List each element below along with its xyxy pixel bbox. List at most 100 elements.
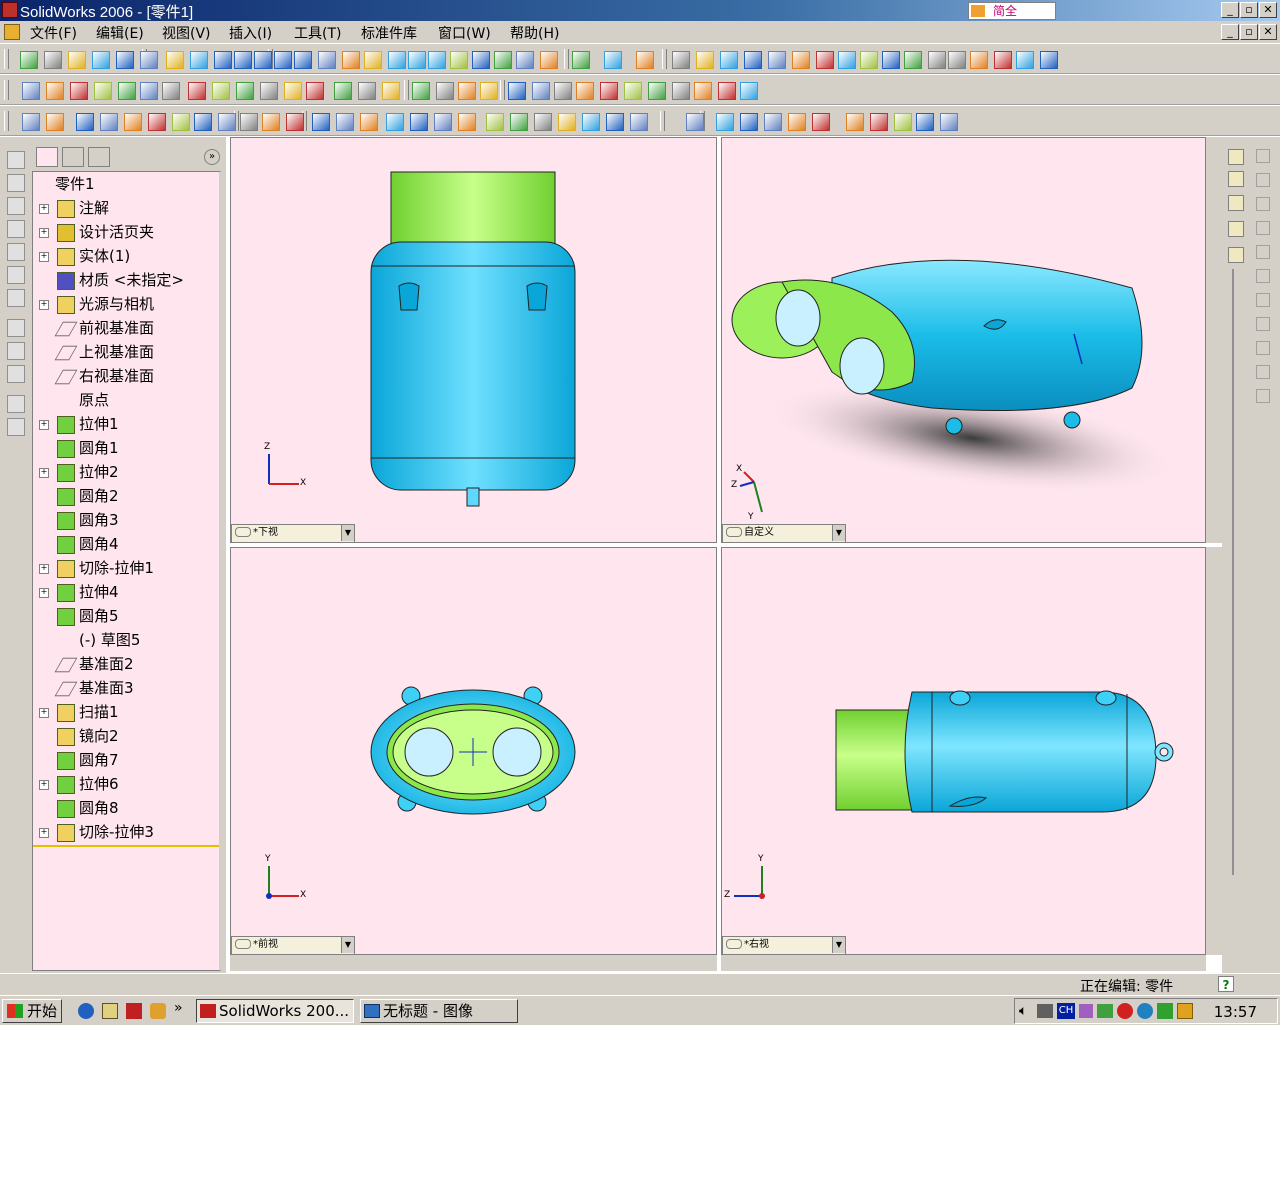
task-paint[interactable]: 无标题 - 图像	[360, 999, 518, 1023]
ie-quicklaunch-icon[interactable]	[78, 1003, 94, 1019]
toolbar-grip[interactable]	[564, 49, 569, 69]
toolbar-button-icon[interactable]	[408, 51, 426, 69]
feature-tree-tab-icon[interactable]	[36, 147, 58, 167]
view-orientation-select[interactable]: 自定义 ▼	[722, 524, 846, 542]
tree-item[interactable]: 前视基准面	[33, 317, 219, 339]
property-tab-icon[interactable]	[62, 147, 84, 167]
expand-icon[interactable]: +	[39, 588, 49, 598]
toolbar-button-icon[interactable]	[306, 82, 324, 100]
ime-tray-icon[interactable]	[1079, 1004, 1093, 1018]
tree-item[interactable]: 圆角8	[33, 797, 219, 819]
tree-item[interactable]: 右视基准面	[33, 365, 219, 387]
toolbar-grip[interactable]	[4, 111, 9, 131]
toolbar-button-icon[interactable]	[334, 82, 352, 100]
toolbar-button-icon[interactable]	[816, 51, 834, 69]
toolbar-button-icon[interactable]	[718, 82, 736, 100]
toolbar-grip[interactable]	[404, 80, 409, 100]
toolbar-button-icon[interactable]	[534, 113, 552, 131]
task-pane-tab-icon[interactable]	[1228, 221, 1244, 237]
toolbar-button-icon[interactable]	[342, 51, 360, 69]
task-pane-tool-icon[interactable]	[1256, 221, 1270, 235]
expand-icon[interactable]: +	[39, 564, 49, 574]
rollback-bar[interactable]	[33, 845, 219, 847]
tree-item[interactable]: 圆角4	[33, 533, 219, 555]
toolbar-button-icon[interactable]	[254, 51, 272, 69]
toolbar-button-icon[interactable]	[240, 113, 258, 131]
desktop-quicklaunch-icon[interactable]	[102, 1003, 118, 1019]
left-strip-tool-icon[interactable]	[7, 151, 25, 169]
toolbar-button-icon[interactable]	[92, 51, 110, 69]
toolbar-button-icon[interactable]	[388, 51, 406, 69]
toolbar-button-icon[interactable]	[386, 113, 404, 131]
toolbar-button-icon[interactable]	[46, 82, 64, 100]
toolbar-button-icon[interactable]	[940, 113, 958, 131]
toolbar-button-icon[interactable]	[1040, 51, 1058, 69]
toolbar-button-icon[interactable]	[458, 113, 476, 131]
view-orientation-select[interactable]: *前视 ▼	[231, 936, 355, 954]
toolbar-button-icon[interactable]	[450, 51, 468, 69]
app-quicklaunch-icon[interactable]	[150, 1003, 166, 1019]
left-strip-tool-icon[interactable]	[7, 243, 25, 261]
expand-icon[interactable]: +	[39, 420, 49, 430]
network-icon[interactable]	[1037, 1004, 1053, 1018]
toolbar-button-icon[interactable]	[140, 51, 158, 69]
input-language-icon[interactable]: CH	[1057, 1003, 1075, 1019]
toolbar-button-icon[interactable]	[494, 51, 512, 69]
toolbar-button-icon[interactable]	[480, 82, 498, 100]
toolbar-button-icon[interactable]	[812, 113, 830, 131]
task-pane-tool-icon[interactable]	[1256, 197, 1270, 211]
viewport-horizontal-scrollbar-right[interactable]	[721, 955, 1206, 971]
toolbar-button-icon[interactable]	[558, 113, 576, 131]
toolbar-button-icon[interactable]	[768, 51, 786, 69]
toolbar-button-icon[interactable]	[190, 51, 208, 69]
toolbar-grip[interactable]	[4, 80, 9, 100]
task-pane-tool-icon[interactable]	[1256, 293, 1270, 307]
toolbar-button-icon[interactable]	[234, 51, 252, 69]
menu-standard-library[interactable]: 标准件库	[361, 23, 417, 43]
tree-item[interactable]: + 拉伸2	[33, 461, 219, 483]
toolbar-button-icon[interactable]	[116, 51, 134, 69]
left-strip-tool-icon[interactable]	[7, 220, 25, 238]
task-pane-tool-icon[interactable]	[1256, 269, 1270, 283]
toolbar-button-icon[interactable]	[882, 51, 900, 69]
toolbar-button-icon[interactable]	[434, 113, 452, 131]
left-strip-tool-icon[interactable]	[7, 418, 25, 436]
toolbar-button-icon[interactable]	[68, 51, 86, 69]
toolbar-button-icon[interactable]	[70, 82, 88, 100]
expand-icon[interactable]: +	[39, 468, 49, 478]
toolbar-button-icon[interactable]	[696, 51, 714, 69]
toolbar-button-icon[interactable]	[846, 113, 864, 131]
toolbar-button-icon[interactable]	[236, 82, 254, 100]
tree-item[interactable]: 圆角3	[33, 509, 219, 531]
tree-item[interactable]: + 拉伸6	[33, 773, 219, 795]
task-pane-tool-icon[interactable]	[1256, 245, 1270, 259]
toolbar-button-icon[interactable]	[218, 113, 236, 131]
expand-panel-icon[interactable]: »	[204, 149, 220, 165]
toolbar-button-icon[interactable]	[312, 113, 330, 131]
toolbar-grip[interactable]	[4, 49, 9, 69]
tree-item[interactable]: 基准面2	[33, 653, 219, 675]
toolbar-button-icon[interactable]	[100, 113, 118, 131]
left-strip-tool-icon[interactable]	[7, 365, 25, 383]
toolbar-button-icon[interactable]	[672, 82, 690, 100]
toolbar-button-icon[interactable]	[94, 82, 112, 100]
tree-item[interactable]: + 切除-拉伸3	[33, 821, 219, 843]
toolbar-button-icon[interactable]	[148, 113, 166, 131]
tree-item[interactable]: 圆角1	[33, 437, 219, 459]
menu-insert[interactable]: 插入(I)	[229, 23, 272, 43]
menu-view[interactable]: 视图(V)	[162, 23, 211, 43]
toolbar-button-icon[interactable]	[458, 82, 476, 100]
toolbar-button-icon[interactable]	[838, 51, 856, 69]
expand-icon[interactable]: +	[39, 708, 49, 718]
tree-item[interactable]: (-) 草图5	[33, 629, 219, 651]
toolbar-button-icon[interactable]	[740, 82, 758, 100]
task-pane-tab-icon[interactable]	[1228, 171, 1244, 187]
left-strip-tool-icon[interactable]	[7, 197, 25, 215]
toolbar-button-icon[interactable]	[764, 113, 782, 131]
toolbar-button-icon[interactable]	[486, 113, 504, 131]
task-pane-tool-icon[interactable]	[1256, 173, 1270, 187]
toolbar-button-icon[interactable]	[508, 82, 526, 100]
help-icon[interactable]: ?	[1218, 976, 1234, 992]
toolbar-button-icon[interactable]	[436, 82, 454, 100]
viewport-vertical-scrollbar-bottom[interactable]	[1206, 547, 1222, 955]
